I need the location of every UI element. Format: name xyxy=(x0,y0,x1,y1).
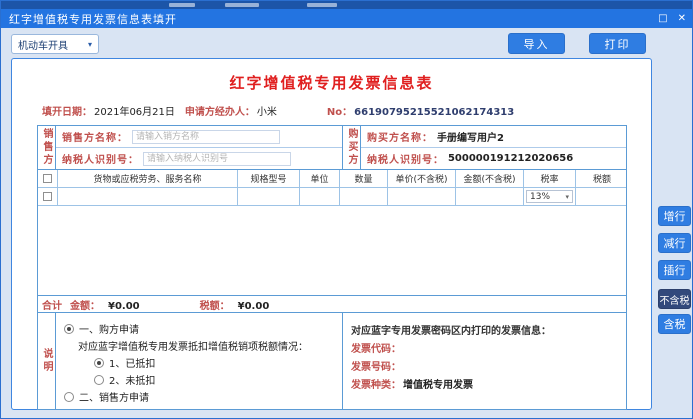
toolbar: 机动车开具 ▾ 导入 打印 xyxy=(1,28,692,58)
cell-spec[interactable] xyxy=(238,188,300,205)
applicant-group: 申请方经办人：小米 xyxy=(185,103,277,118)
buyer-section: 购买方 购买方名称： 手册编写用户2 纳税人识别号： 5000001912120… xyxy=(342,126,626,169)
print-button[interactable]: 打印 xyxy=(589,33,646,54)
col-header-quantity: 数量 xyxy=(340,170,388,187)
total-tax-group: 税额： ¥0.00 xyxy=(200,297,270,312)
cell-amount[interactable] xyxy=(456,188,524,205)
col-header-goods-name: 货物或应税劳务、服务名称 xyxy=(58,170,238,187)
buyer-taxid-label: 纳税人识别号： xyxy=(367,151,444,166)
toolbar-actions: 导入 打印 xyxy=(508,33,646,54)
invoice-number-label: 发票号码： xyxy=(351,358,401,373)
select-all-checkbox[interactable] xyxy=(43,174,52,183)
apply-options: 一、购方申请 对应蓝字增值税专用发票抵扣增值税销项税额情况： 1、已抵扣 2、未… xyxy=(56,313,342,409)
cell-unit-price[interactable] xyxy=(388,188,456,205)
invoice-kind-value: 增值税专用发票 xyxy=(403,376,473,391)
seller-side-label: 销售方 xyxy=(38,126,56,169)
total-label: 合计 xyxy=(42,297,62,312)
total-tax-value: ¥0.00 xyxy=(238,301,270,312)
deduction-title: 对应蓝字增值税专用发票抵扣增值税销项税额情况： xyxy=(78,338,308,353)
seller-section: 销售方 销售方名称： 纳税人识别号： xyxy=(38,126,342,169)
invoice-no-group: No：66190795215521062174313 xyxy=(327,103,514,118)
buyer-side-label: 购买方 xyxy=(343,126,361,169)
invoice-no-value: 66190795215521062174313 xyxy=(354,107,514,118)
cell-quantity[interactable] xyxy=(340,188,388,205)
tax-rate-select[interactable]: 13% ▾ xyxy=(526,190,573,203)
seller-taxid-input[interactable] xyxy=(143,152,291,166)
invoice-type-select[interactable]: 机动车开具 ▾ xyxy=(11,34,99,54)
background-menubar xyxy=(1,1,692,9)
radio-buyer-apply-label: 一、购方申请 xyxy=(79,321,139,336)
fill-date-label: 填开日期： xyxy=(42,107,92,118)
col-header-spec: 规格型号 xyxy=(238,170,300,187)
add-row-button[interactable]: 增行 xyxy=(658,206,691,226)
cell-unit[interactable] xyxy=(300,188,340,205)
blue-invoice-info-title: 对应蓝字专用发票密码区内打印的发票信息： xyxy=(351,320,626,338)
radio-buyer-apply[interactable] xyxy=(64,324,74,334)
invoice-type-value: 机动车开具 xyxy=(18,37,68,52)
import-button[interactable]: 导入 xyxy=(508,33,565,54)
fill-date-value: 2021年06月21日 xyxy=(94,107,175,118)
col-header-unit: 单位 xyxy=(300,170,340,187)
window-controls: □ ✕ xyxy=(658,12,686,26)
invoice-code-label: 发票代码： xyxy=(351,340,401,355)
total-amount-label: 金额： xyxy=(70,301,100,312)
total-amount-group: 金额： ¥0.00 xyxy=(70,297,140,312)
total-amount-value: ¥0.00 xyxy=(108,301,140,312)
invoice-no-label: No： xyxy=(327,107,352,118)
total-tax-label: 税额： xyxy=(200,301,230,312)
applicant-label: 申请方经办人： xyxy=(185,107,255,118)
col-header-amount: 金额(不含税) xyxy=(456,170,524,187)
fill-date-group: 填开日期：2021年06月21日 xyxy=(42,103,175,118)
tax-rate-value: 13% xyxy=(530,192,550,202)
radio-not-deducted-label: 2、未抵扣 xyxy=(109,372,155,387)
goods-table-header: 货物或应税劳务、服务名称 规格型号 单位 数量 单价(不含税) 金额(不含税) … xyxy=(38,170,626,188)
blue-invoice-info: 对应蓝字专用发票密码区内打印的发票信息： 发票代码： 发票号码： 发票种类： 增… xyxy=(342,313,626,409)
window-titlebar: 红字增值税专用发票信息表填开 □ ✕ xyxy=(1,9,692,28)
notes-side-label: 说明 xyxy=(38,313,56,409)
seller-name-input[interactable] xyxy=(132,130,280,144)
goods-table-empty-area xyxy=(38,206,626,296)
chevron-down-icon: ▾ xyxy=(88,40,92,49)
radio-seller-apply[interactable] xyxy=(64,392,74,402)
seller-name-label: 销售方名称： xyxy=(62,129,128,144)
goods-table-row: 13% ▾ xyxy=(38,188,626,206)
invoice-form-table: 销售方 销售方名称： 纳税人识别号： 购买方 xyxy=(37,125,627,410)
form-info-row: 填开日期：2021年06月21日 申请方经办人：小米 No：6619079521… xyxy=(42,103,651,117)
remove-row-button[interactable]: 减行 xyxy=(658,233,691,253)
buyer-taxid-value: 500000191212020656 xyxy=(448,153,573,164)
maximize-icon[interactable]: □ xyxy=(658,12,667,26)
cell-tax-amount[interactable] xyxy=(576,188,628,205)
invoice-kind-label: 发票种类： xyxy=(351,376,401,391)
chevron-down-icon: ▾ xyxy=(565,193,569,201)
notes-section: 说明 一、购方申请 对应蓝字增值税专用发票抵扣增值税销项税额情况： 1、已抵扣 xyxy=(38,313,626,409)
radio-deducted[interactable] xyxy=(94,358,104,368)
form-title: 红字增值税专用发票信息表 xyxy=(12,72,651,93)
background-menu-fragment xyxy=(169,3,195,7)
seller-taxid-label: 纳税人识别号： xyxy=(62,151,139,166)
close-icon[interactable]: ✕ xyxy=(678,12,686,26)
col-header-tax-amount: 税额 xyxy=(576,170,628,187)
total-row: 合计 金额： ¥0.00 税额： ¥0.00 xyxy=(38,296,626,313)
buyer-name-label: 购买方名称： xyxy=(367,129,433,144)
app-window: 红字增值税专用发票信息表填开 □ ✕ 机动车开具 ▾ 导入 打印 红字增值税专用… xyxy=(0,0,693,419)
tax-exclusive-button[interactable]: 不含税 xyxy=(658,289,691,309)
background-menu-fragment xyxy=(307,3,337,7)
cell-goods-name[interactable] xyxy=(58,188,238,205)
row-checkbox[interactable] xyxy=(43,192,52,201)
party-block: 销售方 销售方名称： 纳税人识别号： 购买方 xyxy=(38,126,626,170)
radio-not-deducted[interactable] xyxy=(94,375,104,385)
col-header-tax-rate: 税率 xyxy=(524,170,576,187)
insert-row-button[interactable]: 插行 xyxy=(658,260,691,280)
col-header-unit-price: 单价(不含税) xyxy=(388,170,456,187)
tax-inclusive-button[interactable]: 含税 xyxy=(658,314,691,334)
background-menu-fragment xyxy=(225,3,259,7)
form-panel: 红字增值税专用发票信息表 填开日期：2021年06月21日 申请方经办人：小米 … xyxy=(11,58,652,410)
buyer-name-value: 手册编写用户2 xyxy=(437,129,504,144)
window-title: 红字增值税专用发票信息表填开 xyxy=(9,11,177,27)
radio-deducted-label: 1、已抵扣 xyxy=(109,355,155,370)
applicant-value: 小米 xyxy=(257,107,277,118)
radio-seller-apply-label: 二、销售方申请 xyxy=(79,389,149,404)
